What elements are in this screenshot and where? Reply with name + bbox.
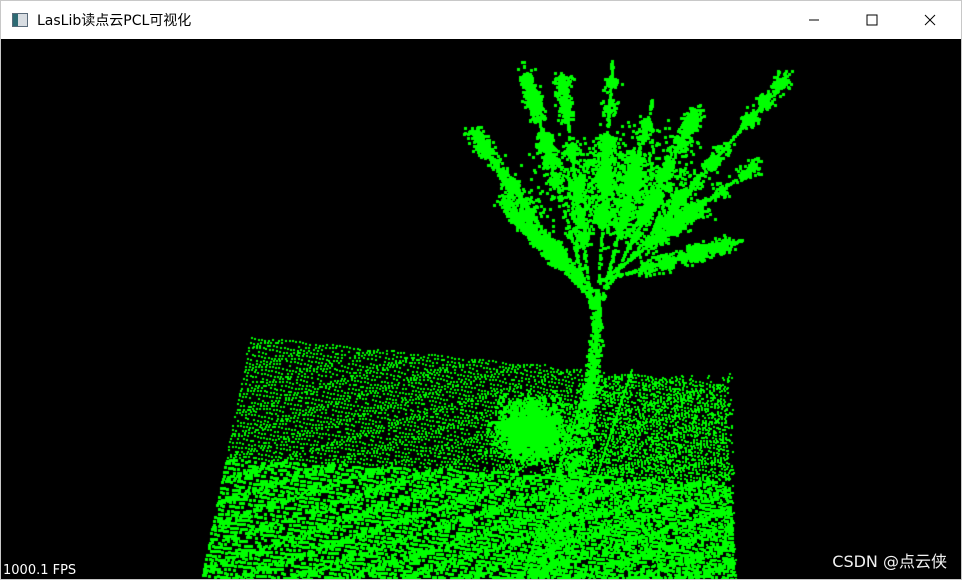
close-button[interactable] (907, 1, 953, 39)
maximize-icon (866, 14, 878, 26)
minimize-icon (809, 19, 819, 21)
point-cloud-render[interactable] (1, 39, 961, 579)
minimize-button[interactable] (791, 1, 837, 39)
csdn-watermark: CSDN @点云侠 (832, 552, 947, 571)
visualizer-window: LasLib读点云PCL可视化 1000.1 FPS CSDN @点云侠 (0, 0, 962, 580)
close-icon (924, 14, 936, 26)
point-cloud-viewport[interactable]: 1000.1 FPS CSDN @点云侠 (1, 39, 961, 579)
app-window-icon (12, 13, 28, 27)
title-bar[interactable]: LasLib读点云PCL可视化 (1, 1, 961, 39)
maximize-button[interactable] (849, 1, 895, 39)
fps-counter: 1000.1 FPS (3, 563, 77, 578)
window-title: LasLib读点云PCL可视化 (37, 13, 192, 29)
